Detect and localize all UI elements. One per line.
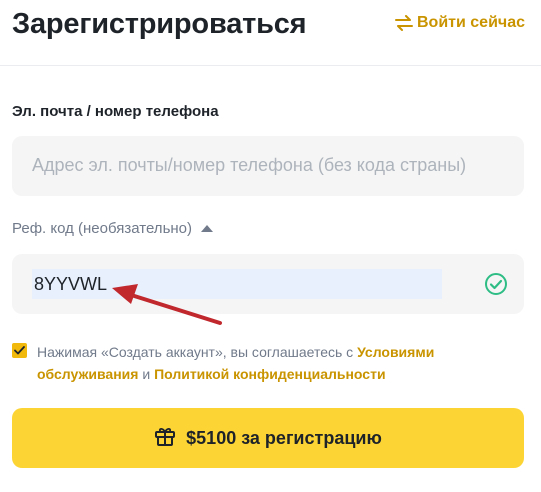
gift-icon <box>154 425 176 452</box>
page-title: Зарегистрироваться <box>12 8 307 40</box>
agreement-text: Нажимая «Создать аккаунт», вы соглашаете… <box>37 341 517 385</box>
agree-checkbox[interactable] <box>12 343 27 358</box>
checkmark-icon <box>14 346 25 355</box>
page-header: Зарегистрироваться Войти сейчас <box>0 0 541 66</box>
email-input[interactable] <box>32 155 510 176</box>
terms-agreement: Нажимая «Создать аккаунт», вы соглашаете… <box>12 341 517 385</box>
login-now-label: Войти сейчас <box>417 14 525 31</box>
register-bonus-label: $5100 за регистрацию <box>186 427 382 448</box>
caret-up-icon <box>201 225 213 232</box>
referral-toggle[interactable]: Реф. код (необязательно) <box>12 220 213 237</box>
agreement-and: и <box>142 366 151 382</box>
check-circle-icon <box>484 272 508 296</box>
referral-label: Реф. код (необязательно) <box>12 220 192 237</box>
login-now-link[interactable]: Войти сейчас <box>395 14 525 32</box>
register-bonus-button[interactable]: $5100 за регистрацию <box>12 408 524 468</box>
referral-code-input[interactable]: 8YYVWL <box>32 269 442 299</box>
referral-field[interactable]: 8YYVWL <box>12 254 524 314</box>
swap-arrows-icon <box>395 15 413 31</box>
email-label: Эл. почта / номер телефона <box>12 103 219 120</box>
privacy-link[interactable]: Политикой конфиденциальности <box>154 366 386 382</box>
email-field[interactable] <box>12 136 524 196</box>
agreement-prefix: Нажимая «Создать аккаунт», вы соглашаете… <box>37 344 354 360</box>
